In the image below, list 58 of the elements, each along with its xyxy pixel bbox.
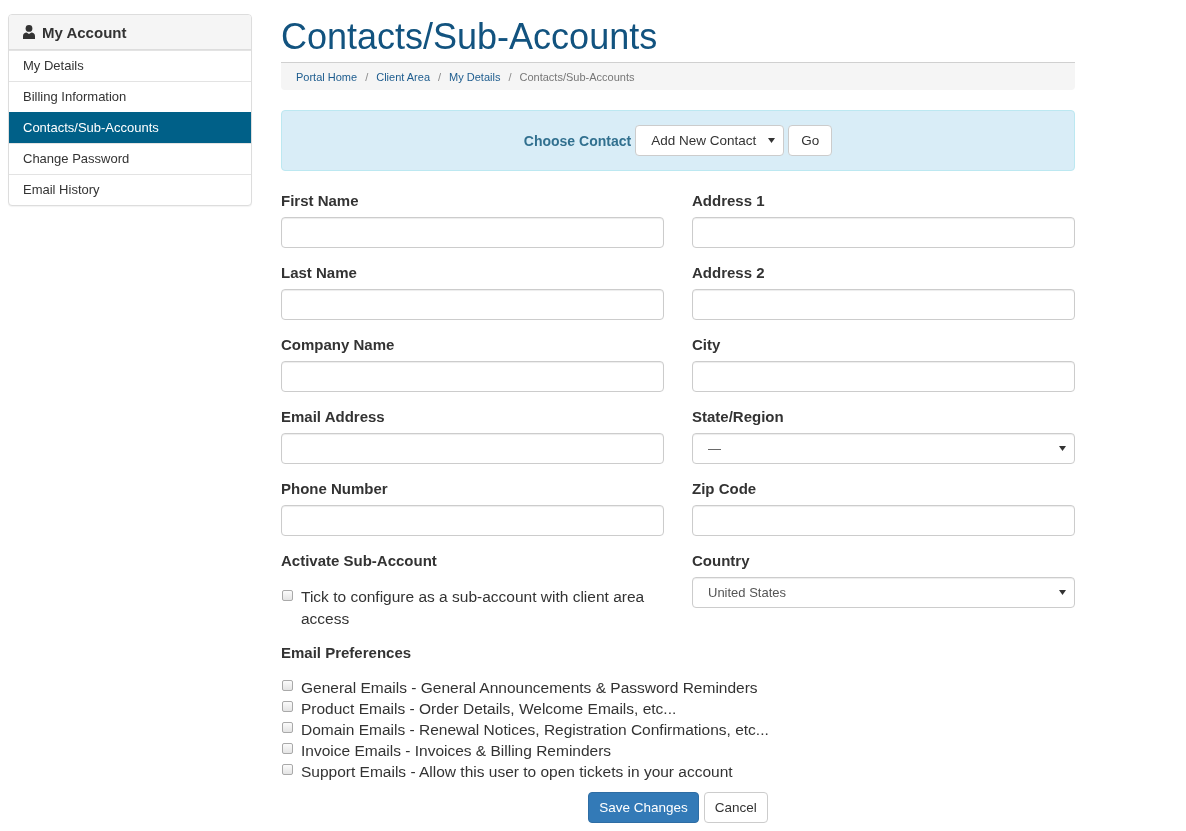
checkbox[interactable] [282, 590, 293, 601]
checkbox[interactable] [282, 764, 293, 775]
go-button[interactable]: Go [788, 125, 833, 156]
text-field[interactable] [692, 217, 1075, 248]
page-title: Contacts/Sub-Accounts [281, 17, 658, 57]
text-field[interactable] [692, 289, 1075, 320]
field-label: Activate Sub-Account [281, 551, 437, 571]
breadcrumb-current: Contacts/Sub-Accounts [519, 70, 635, 83]
breadcrumb-link[interactable]: My Details [449, 70, 501, 83]
field-label: Email Address [281, 407, 385, 427]
field-label: First Name [281, 191, 359, 211]
field-label: Company Name [281, 335, 395, 355]
sidebar-item[interactable]: Email History [9, 174, 251, 205]
checkbox-label: Domain Emails - Renewal Notices, Registration Confirmations, etc... [301, 720, 769, 740]
breadcrumb-link[interactable]: Client Area [376, 70, 430, 83]
caret-icon [1059, 446, 1066, 451]
field-label: Address 2 [692, 263, 765, 283]
field-label: Country [692, 551, 750, 571]
text-field[interactable] [281, 217, 664, 248]
field-label: Zip Code [692, 479, 757, 499]
choose-contact-label: Choose Contact [523, 132, 632, 149]
field-label: Phone Number [281, 479, 388, 499]
text-field[interactable] [692, 361, 1075, 392]
select-field[interactable]: — [692, 433, 1075, 464]
sidebar-item[interactable]: Change Password [9, 143, 251, 174]
contact-select[interactable]: Add New Contact [635, 125, 785, 156]
cancel-button[interactable]: Cancel [703, 792, 768, 823]
text-field[interactable] [281, 505, 664, 536]
checkbox-label: General Emails - General Announcements & Password Reminders [301, 678, 758, 698]
breadcrumb-separator: / [438, 70, 442, 83]
sidebar-title: My Account [42, 23, 127, 41]
text-field[interactable] [692, 505, 1075, 536]
checkbox-label: Invoice Emails - Invoices & Billing Reminders [301, 741, 612, 761]
text-field[interactable] [281, 361, 664, 392]
checkbox[interactable] [282, 701, 293, 712]
checkbox-label: Product Emails - Order Details, Welcome Emails, etc... [301, 699, 677, 719]
sidebar-item[interactable]: Contacts/Sub-Accounts [9, 112, 251, 143]
sidebar-item[interactable]: My Details [9, 50, 251, 81]
caret-icon [1059, 590, 1066, 595]
breadcrumb-link[interactable]: Portal Home [296, 70, 358, 83]
checkbox-label: Support Emails - Allow this user to open tickets in your account [301, 762, 733, 782]
field-label: Address 1 [692, 191, 765, 211]
breadcrumb-separator: / [365, 70, 369, 83]
user-icon [23, 25, 35, 39]
save-button[interactable]: Save Changes [588, 792, 699, 823]
caret-icon [768, 138, 776, 143]
section-heading: Email Preferences [281, 643, 412, 663]
breadcrumb-separator: / [508, 70, 512, 83]
checkbox-label: Tick to configure as a sub-account with client area access [301, 587, 646, 629]
checkbox[interactable] [282, 680, 293, 691]
text-field[interactable] [281, 289, 664, 320]
select-field[interactable]: United States [692, 577, 1075, 608]
field-label: State/Region [692, 407, 784, 427]
checkbox[interactable] [282, 722, 293, 733]
checkbox[interactable] [282, 743, 293, 754]
text-field[interactable] [281, 433, 664, 464]
field-label: City [692, 335, 721, 355]
field-label: Last Name [281, 263, 357, 283]
